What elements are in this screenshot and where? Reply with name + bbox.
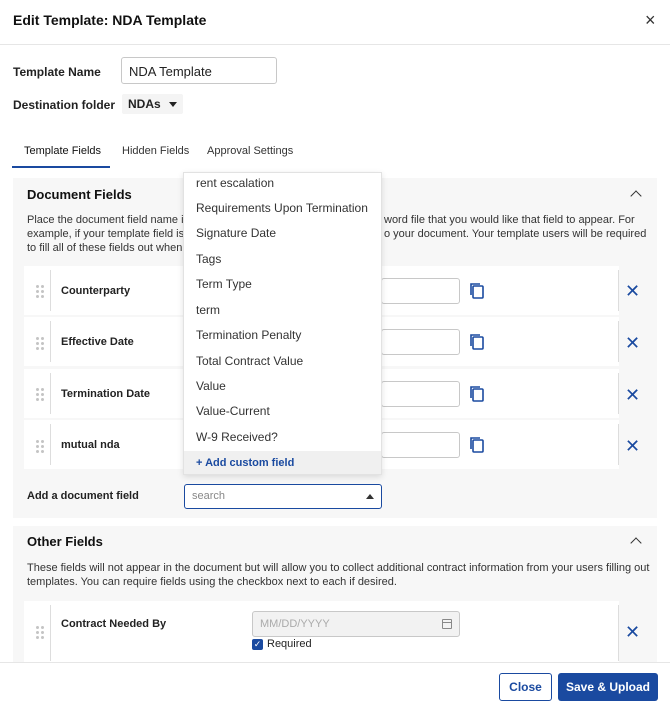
drag-handle-icon[interactable]: [36, 388, 44, 401]
copy-icon[interactable]: [469, 436, 485, 454]
add-custom-field-button[interactable]: + Add custom field: [184, 451, 381, 474]
document-field-label: Counterparty: [61, 285, 131, 297]
calendar-icon[interactable]: [442, 619, 452, 629]
row-divider: [618, 321, 619, 362]
destination-folder-select[interactable]: NDAs: [122, 94, 183, 114]
other-fields-desc-2: templates. You can require fields using …: [27, 576, 397, 588]
dropdown-option[interactable]: Tags: [196, 252, 221, 266]
document-field-label: Termination Date: [61, 388, 151, 400]
dialog-title: Edit Template: NDA Template: [13, 12, 207, 28]
document-field-dropdown: rent escalation Requirements Upon Termin…: [183, 172, 382, 475]
search-placeholder: search: [192, 490, 226, 502]
footer-divider: [0, 662, 670, 663]
dropdown-option[interactable]: Requirements Upon Termination: [196, 201, 368, 215]
document-fields-desc-2b: o your document. Your template users wil…: [384, 228, 647, 240]
tab-hidden-fields[interactable]: Hidden Fields: [122, 145, 189, 157]
dropdown-option[interactable]: term: [196, 303, 220, 317]
row-divider: [50, 605, 51, 661]
dropdown-option[interactable]: Total Contract Value: [196, 354, 303, 368]
row-divider: [50, 424, 51, 465]
row-divider: [618, 605, 619, 661]
dropdown-option[interactable]: W-9 Received?: [196, 430, 278, 444]
dropdown-option[interactable]: Value-Current: [196, 404, 270, 418]
destination-folder-label: Destination folder: [13, 98, 116, 112]
row-divider: [50, 321, 51, 362]
tab-approval-settings[interactable]: Approval Settings: [207, 145, 293, 157]
active-tab-indicator: [12, 166, 110, 168]
remove-field-icon[interactable]: ✕: [625, 386, 640, 404]
destination-folder-value: NDAs: [128, 97, 161, 111]
document-field-label: mutual nda: [61, 439, 120, 451]
close-button[interactable]: Close: [499, 673, 552, 701]
dropdown-option[interactable]: Signature Date: [196, 226, 276, 240]
remove-field-icon[interactable]: ✕: [625, 623, 640, 641]
add-document-field-label: Add a document field: [27, 490, 139, 502]
document-fields-desc-1b: word file that you would like that field…: [384, 214, 635, 226]
copy-icon[interactable]: [469, 282, 485, 300]
caret-down-icon: [168, 102, 177, 108]
header-divider: [0, 44, 670, 45]
contract-needed-by-date-input[interactable]: MM/DD/YYYY: [252, 611, 460, 637]
caret-up-icon: [366, 494, 374, 499]
required-checkbox[interactable]: ✓: [252, 639, 263, 650]
other-fields-desc-1: These fields will not appear in the docu…: [27, 562, 650, 574]
document-field-label: Effective Date: [61, 336, 134, 348]
contract-needed-by-label: Contract Needed By: [61, 618, 167, 630]
drag-handle-icon[interactable]: [36, 337, 44, 350]
drag-handle-icon[interactable]: [36, 440, 44, 453]
document-field-input[interactable]: [381, 278, 460, 304]
row-divider: [618, 424, 619, 465]
row-divider: [50, 270, 51, 311]
document-field-search-input[interactable]: search: [184, 484, 382, 509]
remove-field-icon[interactable]: ✕: [625, 437, 640, 455]
required-label: Required: [267, 638, 312, 650]
close-icon[interactable]: ×: [645, 10, 656, 30]
dropdown-option[interactable]: Term Type: [196, 277, 252, 291]
date-placeholder: MM/DD/YYYY: [260, 618, 330, 630]
row-divider: [618, 270, 619, 311]
drag-handle-icon[interactable]: [36, 285, 44, 298]
copy-icon[interactable]: [469, 333, 485, 351]
save-upload-button[interactable]: Save & Upload: [558, 673, 658, 701]
document-field-input[interactable]: [381, 329, 460, 355]
dropdown-option[interactable]: Value: [196, 379, 226, 393]
template-name-label: Template Name: [13, 65, 101, 79]
copy-icon[interactable]: [469, 385, 485, 403]
other-fields-title: Other Fields: [27, 534, 103, 549]
dropdown-option[interactable]: Termination Penalty: [196, 328, 301, 342]
document-fields-title: Document Fields: [27, 187, 132, 202]
document-fields-desc-3: to fill all of these fields out when s: [27, 242, 191, 254]
row-divider: [50, 373, 51, 414]
row-divider: [618, 373, 619, 414]
document-field-input[interactable]: [381, 381, 460, 407]
remove-field-icon[interactable]: ✕: [625, 282, 640, 300]
document-field-input[interactable]: [381, 432, 460, 458]
document-fields-desc-2a: example, if your template field is 'C: [27, 228, 198, 240]
drag-handle-icon[interactable]: [36, 626, 44, 639]
template-name-input[interactable]: NDA Template: [121, 57, 277, 84]
tab-template-fields[interactable]: Template Fields: [24, 145, 101, 157]
dropdown-option[interactable]: rent escalation: [196, 176, 274, 190]
remove-field-icon[interactable]: ✕: [625, 334, 640, 352]
document-fields-desc-1a: Place the document field name in: [27, 214, 190, 226]
